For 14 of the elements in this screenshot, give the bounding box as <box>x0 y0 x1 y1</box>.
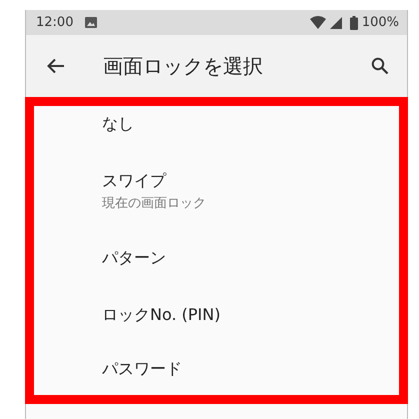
clock: 12:00 <box>36 15 74 30</box>
wifi-icon <box>310 16 326 29</box>
signal-icon <box>330 16 342 28</box>
battery-icon <box>350 16 358 30</box>
screen-title: 画面ロックを選択 <box>103 52 264 80</box>
lock-option[interactable]: パターン <box>34 230 399 287</box>
battery-level: 100% <box>362 15 399 30</box>
lock-option[interactable]: パスワード <box>34 344 399 395</box>
back-icon[interactable] <box>46 56 66 76</box>
search-icon[interactable] <box>371 57 389 75</box>
image-icon <box>85 17 98 28</box>
lock-option[interactable]: ロックNo. (PIN) <box>34 287 399 344</box>
lock-option[interactable]: なし <box>34 106 399 153</box>
lock-option[interactable]: スワイプ 現在の画面ロック <box>34 153 399 230</box>
